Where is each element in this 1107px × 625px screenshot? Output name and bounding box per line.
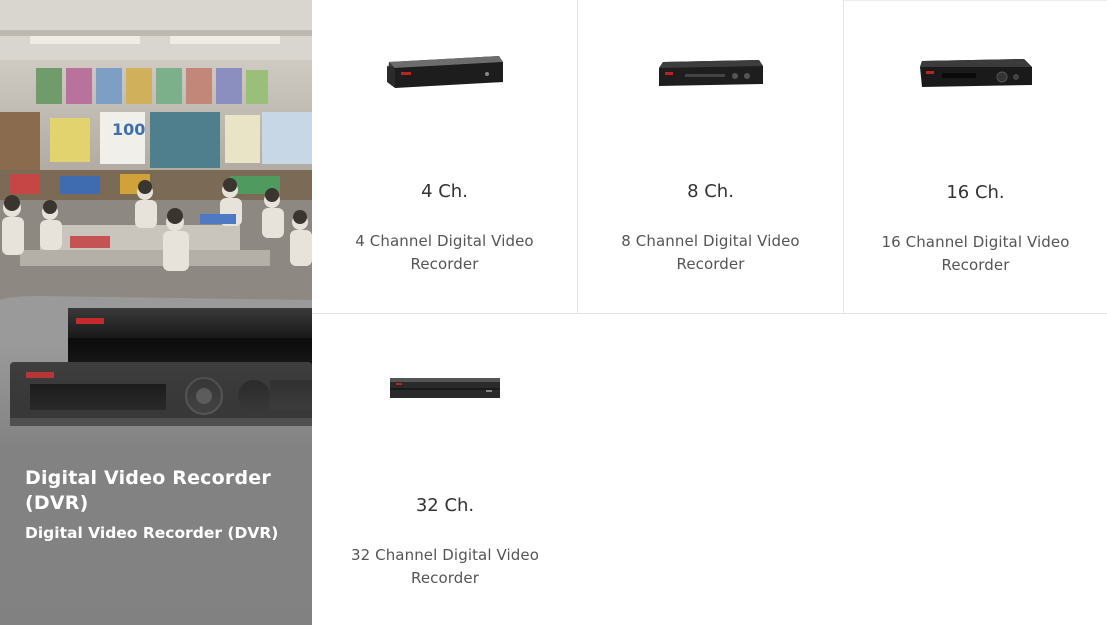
hero-subtitle: Digital Video Recorder (DVR) [25, 524, 279, 542]
product-image-4ch [312, 52, 577, 112]
product-channels[interactable]: 32 Ch. [312, 495, 578, 516]
product-image-16ch [844, 53, 1107, 113]
product-channels[interactable]: 8 Ch. [578, 181, 843, 202]
product-channels[interactable]: 16 Ch. [844, 182, 1107, 203]
product-image-32ch [312, 366, 578, 426]
product-description[interactable]: 16 Channel Digital Video Recorder [864, 231, 1087, 276]
hero-text-block: Digital Video Recorder (DVR) Digital Vid… [25, 466, 295, 543]
product-card-4ch[interactable]: 4 Ch. 4 Channel Digital Video Recorder [312, 0, 578, 314]
product-image-8ch [578, 52, 843, 112]
product-card-16ch[interactable]: 16 Ch. 16 Channel Digital Video Recorder [844, 0, 1107, 314]
category-hero[interactable]: 100 [0, 0, 312, 625]
product-description[interactable]: 32 Channel Digital Video Recorder [332, 544, 558, 589]
product-card-8ch[interactable]: 8 Ch. 8 Channel Digital Video Recorder [578, 0, 844, 314]
product-card-32ch[interactable]: 32 Ch. 32 Channel Digital Video Recorder [312, 314, 578, 625]
product-channels[interactable]: 4 Ch. [312, 181, 577, 202]
hero-title: Digital Video Recorder (DVR) [25, 467, 271, 514]
product-grid: 4 Ch. 4 Channel Digital Video Recorder 8… [312, 0, 1107, 625]
product-description[interactable]: 4 Channel Digital Video Recorder [332, 230, 557, 275]
product-description[interactable]: 8 Channel Digital Video Recorder [598, 230, 823, 275]
